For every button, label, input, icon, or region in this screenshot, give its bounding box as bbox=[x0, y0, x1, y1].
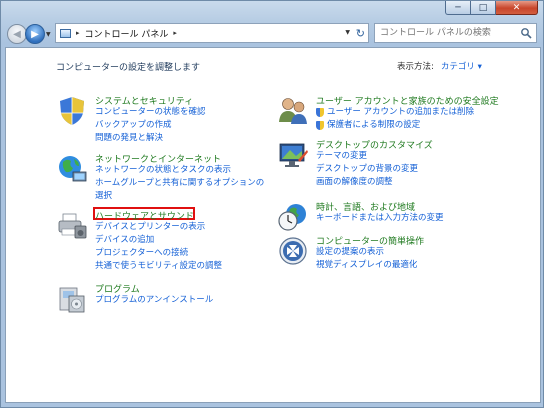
page-title: コンピューターの設定を調整します bbox=[56, 63, 201, 73]
link-mobility-settings[interactable]: 共通で使うモビリティ設定の調整 bbox=[95, 260, 222, 273]
link-add-remove-accounts[interactable]: ユーザー アカウントの追加または削除 bbox=[316, 106, 474, 119]
view-by-label: 表示方法: bbox=[397, 62, 434, 72]
link-adjust-resolution[interactable]: 画面の解像度の調整 bbox=[316, 176, 418, 189]
address-bar[interactable]: ▸ コントロール パネル ▸ ▼ ↻ bbox=[55, 23, 369, 43]
link-change-background[interactable]: デスクトップの背景の変更 bbox=[316, 163, 418, 176]
clock-globe-icon[interactable] bbox=[276, 200, 310, 234]
category-hardware-sound: ハードウェアとサウンド デバイスとプリンターの表示 デバイスの追加 プロジェクタ… bbox=[55, 207, 285, 275]
users-icon[interactable] bbox=[276, 94, 310, 128]
minimize-button[interactable]: ─ bbox=[445, 1, 471, 15]
category-appearance: デスクトップのカスタマイズ テーマの変更 デスクトップの背景の変更 画面の解像度… bbox=[276, 138, 496, 190]
search-icon[interactable] bbox=[520, 27, 532, 39]
search-input[interactable] bbox=[380, 27, 518, 39]
printer-icon[interactable] bbox=[55, 209, 89, 243]
breadcrumb-separator-icon[interactable]: ▸ bbox=[76, 29, 80, 37]
link-change-keyboard-input[interactable]: キーボードまたは入力方法の変更 bbox=[316, 212, 444, 225]
view-by: 表示方法: カテゴリ ▾ bbox=[397, 60, 482, 72]
ease-of-access-icon[interactable] bbox=[276, 234, 310, 268]
breadcrumb-control-panel[interactable]: コントロール パネル bbox=[85, 27, 169, 40]
link-view-devices-printers[interactable]: デバイスとプリンターの表示 bbox=[95, 221, 222, 234]
link-homegroup-sharing[interactable]: ホームグループと共有に関するオプションの 選択 bbox=[95, 177, 264, 203]
close-button[interactable]: ✕ bbox=[496, 1, 538, 15]
link-add-device[interactable]: デバイスの追加 bbox=[95, 234, 222, 247]
category-ease-of-access: コンピューターの簡単操作 設定の提案の表示 視覚ディスプレイの最適化 bbox=[276, 234, 496, 278]
link-suggested-settings[interactable]: 設定の提案の表示 bbox=[316, 246, 417, 259]
navigation-bar: ◀ ▶ ▼ ▸ コントロール パネル ▸ ▼ ↻ bbox=[1, 15, 543, 47]
link-create-backup[interactable]: バックアップの作成 bbox=[95, 119, 206, 132]
link-parental-controls[interactable]: 保護者による制限の設定 bbox=[316, 119, 474, 132]
control-panel-icon bbox=[60, 28, 71, 38]
window-controls: ─ □ ✕ bbox=[445, 1, 538, 15]
search-box[interactable] bbox=[374, 23, 537, 43]
shield-icon[interactable] bbox=[55, 94, 89, 128]
category-user-accounts: ユーザー アカウントと家族のための安全設定 ユーザー アカウントの追加または削除… bbox=[276, 94, 536, 134]
link-connect-projector[interactable]: プロジェクターへの接続 bbox=[95, 247, 222, 260]
link-change-theme[interactable]: テーマの変更 bbox=[316, 150, 418, 163]
view-by-dropdown[interactable]: カテゴリ ▾ bbox=[441, 60, 482, 72]
desktop-personalize-icon[interactable] bbox=[276, 138, 310, 172]
address-dropdown-icon[interactable]: ▼ bbox=[345, 29, 350, 36]
category-clock-language-region: 時計、言語、および地域 キーボードまたは入力方法の変更 bbox=[276, 200, 496, 234]
breadcrumb-chevron-icon[interactable]: ▸ bbox=[173, 29, 177, 37]
category-network-internet: ネットワークとインターネット ネットワークの状態とタスクの表示 ホームグループと… bbox=[55, 152, 285, 208]
title-bar: ─ □ ✕ bbox=[1, 1, 543, 15]
refresh-icon[interactable]: ↻ bbox=[356, 27, 365, 40]
back-button[interactable]: ◀ bbox=[7, 24, 27, 44]
forward-button[interactable]: ▶ bbox=[25, 24, 45, 44]
link-check-computer-status[interactable]: コンピューターの状態を確認 bbox=[95, 106, 206, 119]
main-content: コンピューターの設定を調整します 表示方法: カテゴリ ▾ システムとセキュリテ… bbox=[5, 47, 541, 403]
link-view-network-status[interactable]: ネットワークの状態とタスクの表示 bbox=[95, 164, 264, 177]
link-uninstall-program[interactable]: プログラムのアンインストール bbox=[95, 294, 213, 307]
programs-icon[interactable] bbox=[55, 282, 89, 316]
link-find-fix-problems[interactable]: 問題の発見と解決 bbox=[95, 132, 206, 145]
network-globe-icon[interactable] bbox=[55, 152, 89, 186]
control-panel-window: ─ □ ✕ ◀ ▶ ▼ ▸ コントロール パネル ▸ ▼ ↻ コンピューターの設… bbox=[0, 0, 544, 408]
category-programs: プログラム プログラムのアンインストール bbox=[55, 282, 255, 322]
link-optimize-display[interactable]: 視覚ディスプレイの最適化 bbox=[316, 259, 417, 272]
recent-pages-dropdown-icon[interactable]: ▼ bbox=[46, 31, 51, 38]
maximize-button[interactable]: □ bbox=[471, 1, 496, 15]
category-system-security: システムとセキュリティ コンピューターの状態を確認 バックアップの作成 問題の発… bbox=[55, 94, 275, 146]
